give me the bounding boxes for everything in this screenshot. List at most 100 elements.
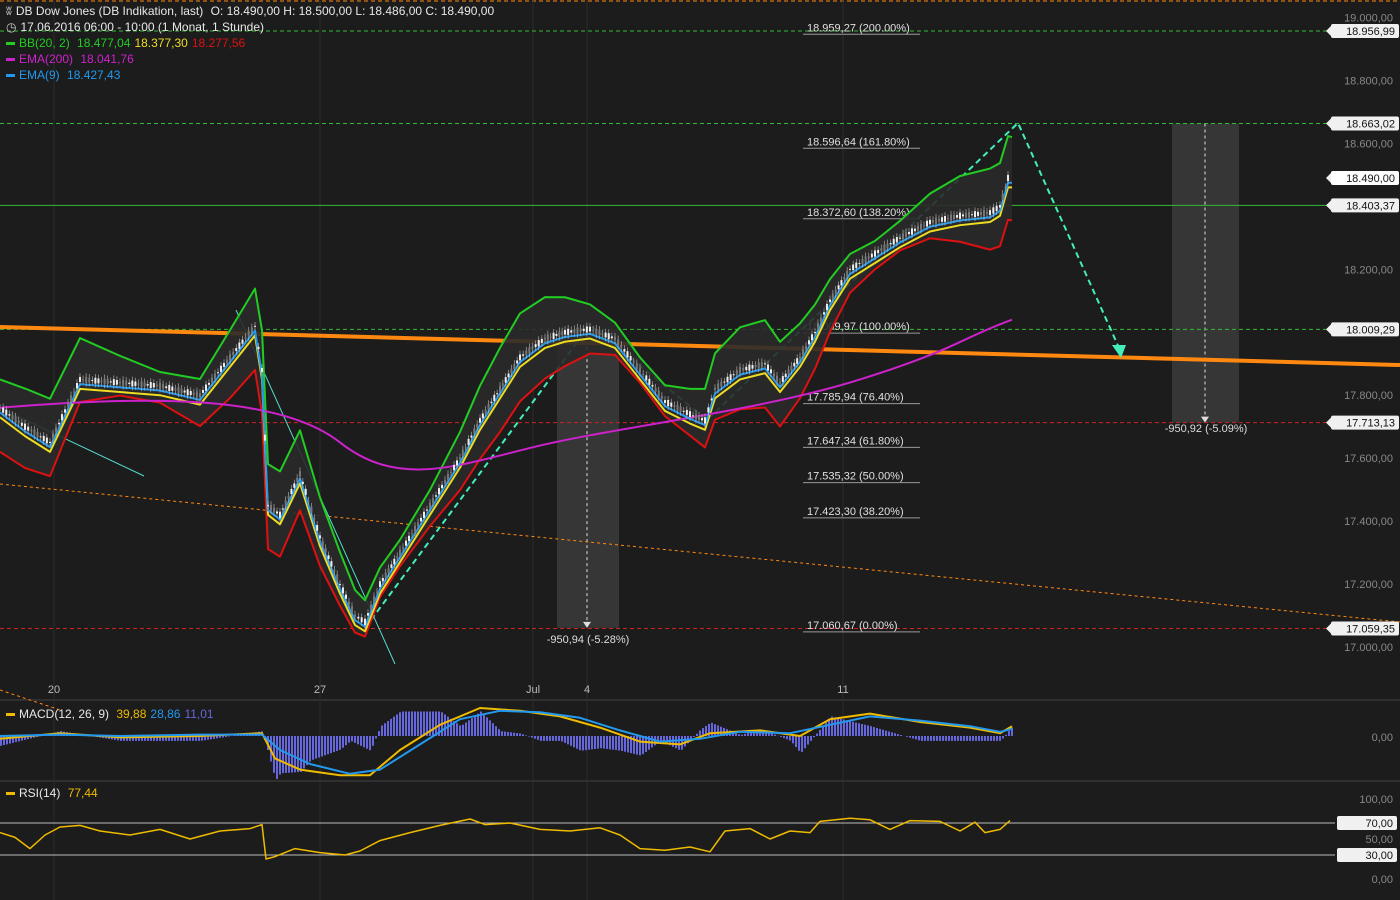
candle-body <box>704 417 706 424</box>
macd-histogram-bar <box>420 711 422 736</box>
macd-histogram-bar <box>462 724 464 736</box>
macd-histogram-bar <box>984 736 986 741</box>
candle-body <box>333 569 336 572</box>
y-tick-label: 17.200,00 <box>1344 579 1393 591</box>
macd-histogram-bar <box>927 736 929 741</box>
macd-histogram-bar <box>771 733 773 736</box>
candle-body <box>717 383 720 390</box>
macd-histogram-bar <box>870 726 872 736</box>
macd-histogram-bar <box>636 736 638 755</box>
candle-body <box>781 376 784 382</box>
candle-body <box>235 348 238 352</box>
price-marker-pointer <box>1326 623 1331 634</box>
candle-body <box>929 219 931 225</box>
macd-histogram-bar <box>909 736 911 738</box>
macd-histogram-bar <box>975 736 977 741</box>
macd-tick-label: 0,00 <box>1372 732 1393 744</box>
candle-body <box>351 606 353 613</box>
candle-body <box>481 413 484 419</box>
macd-histogram-bar <box>696 733 698 736</box>
macd-histogram-bar <box>930 736 932 741</box>
legend-ema9[interactable]: EMA(9) 18.427,43 <box>6 68 124 82</box>
candle-body <box>914 228 916 232</box>
candle-body <box>654 387 657 392</box>
macd-histogram-bar <box>741 734 743 736</box>
candle-body <box>710 398 713 401</box>
candle-body <box>180 388 183 393</box>
x-tick-label: 27 <box>314 684 326 696</box>
candle-body <box>217 372 219 374</box>
candle-body <box>595 328 598 335</box>
candle-body <box>321 541 324 547</box>
candle-body <box>223 363 225 367</box>
price-marker-label: 18.490,00 <box>1346 173 1395 185</box>
macd-histogram-bar <box>531 736 533 738</box>
macd-histogram-bar <box>411 711 413 736</box>
price-marker: 18.490,00 <box>1326 170 1399 185</box>
legend-ema200[interactable]: EMA(200) 18.041,76 <box>6 52 138 66</box>
fib-label: 17.647,34 (61.80%) <box>807 435 904 447</box>
macd-histogram-bar <box>792 736 794 744</box>
candle-body <box>453 464 455 471</box>
candle-body <box>974 211 976 218</box>
fib-label: 18.959,27 (200.00%) <box>807 22 910 34</box>
price-marker-pointer <box>1326 324 1331 335</box>
candle-body <box>313 518 316 520</box>
candle-body <box>837 285 840 290</box>
macd-histogram-bar <box>309 736 311 762</box>
x-tick-label: 11 <box>837 684 848 696</box>
legend-macd[interactable]: MACD(12, 26, 9) 39,88 28,86 11,01 <box>6 707 218 721</box>
candle-body <box>760 362 763 367</box>
macd-histogram-bar <box>357 736 359 745</box>
candle-body <box>773 373 775 377</box>
macd-histogram-bar <box>849 721 851 736</box>
rsi-tick-label: 50,00 <box>1365 834 1393 846</box>
candle-body <box>229 354 231 361</box>
candle-body <box>27 426 30 431</box>
candle-body <box>870 253 873 258</box>
candle-body <box>567 328 570 335</box>
macd-swatch <box>6 713 15 717</box>
candle-body <box>490 401 493 404</box>
candle-body <box>244 336 247 339</box>
measure-label: -950,92 (-5.09%) <box>1165 423 1248 435</box>
candle-body <box>555 333 558 336</box>
macd-histogram-bar <box>978 736 980 741</box>
measure-label: -950,94 (-5.28%) <box>547 634 630 646</box>
candle-body <box>125 380 128 386</box>
clock-icon: ◷ <box>6 20 17 34</box>
candle-body <box>155 384 158 387</box>
macd-histogram-bar <box>801 736 803 752</box>
price-chart[interactable]: 20 27 Jul 4 11 19.000,00 18.800,00 18.600,00 18.… <box>0 0 1400 900</box>
candle-body <box>673 405 676 407</box>
macd-histogram-bar <box>459 725 461 736</box>
macd-histogram-bar <box>318 736 320 758</box>
candle-body <box>499 385 501 392</box>
candle-body <box>82 379 85 381</box>
macd-histogram-bar <box>492 723 494 736</box>
macd-histogram-bar <box>795 736 797 748</box>
candle-body <box>889 243 892 245</box>
candle-body <box>109 381 112 383</box>
candle-body <box>971 214 973 216</box>
y-tick-label: 17.000,00 <box>1344 642 1393 654</box>
candle-body <box>895 237 898 243</box>
macd-histogram-bar <box>609 736 611 750</box>
macd-histogram-bar <box>660 736 662 741</box>
macd-histogram-bar <box>504 731 506 736</box>
price-marker-label: 18.403,37 <box>1346 200 1395 212</box>
candle-body <box>399 549 401 556</box>
macd-histogram-bar <box>471 718 473 736</box>
macd-histogram-bar <box>786 736 788 740</box>
macd-histogram-bar <box>612 736 614 750</box>
candle-body <box>787 369 790 375</box>
macd-histogram-bar <box>435 711 437 736</box>
legend-bb[interactable]: BB(20, 2) 18.477,04 18.377,30 18.277,56 <box>6 36 249 50</box>
candle-body <box>645 375 648 381</box>
macd-histogram-bar <box>417 711 419 736</box>
candle-body <box>579 328 582 333</box>
y-tick-label: 19.000,00 <box>1344 12 1393 24</box>
legend-rsi[interactable]: RSI(14) 77,44 <box>6 786 102 800</box>
macd-histogram-bar <box>600 736 602 749</box>
candle-body <box>149 381 152 389</box>
